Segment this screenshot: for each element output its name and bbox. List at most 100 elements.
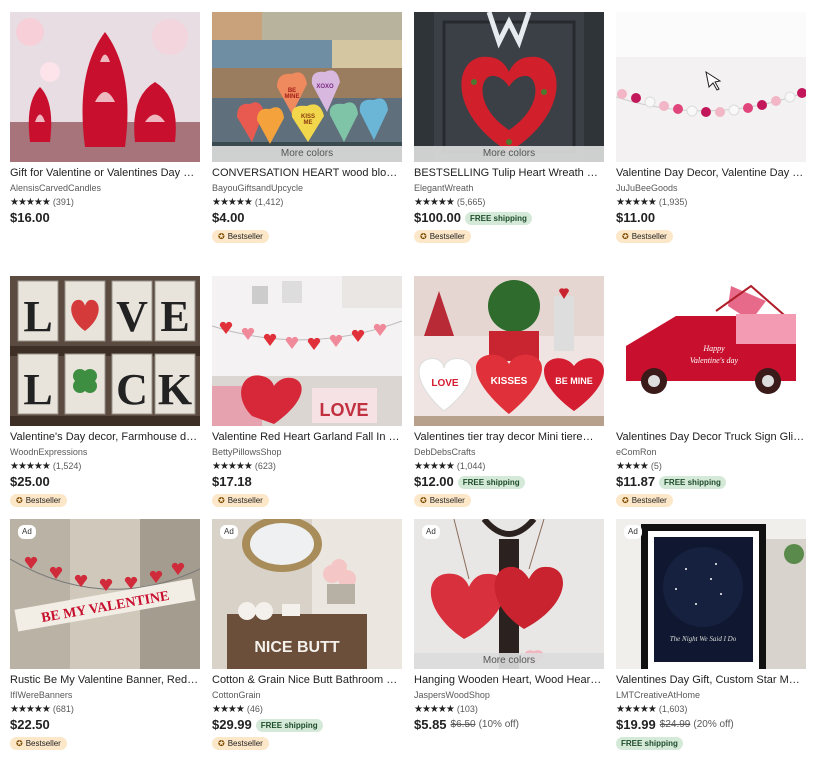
star-rating-icon: ★★★★★: [414, 197, 455, 208]
shop-name: AlensisCarvedCandles: [10, 183, 102, 193]
listing-grid: Gift for Valentine or Valentines Day … A…: [0, 0, 814, 760]
listing-card[interactable]: The Night We Said I Do Ad Valentines Day…: [616, 519, 806, 751]
listing-image[interactable]: NICE BUTT Ad: [212, 519, 402, 669]
star-rating-icon: ★★★★★: [616, 704, 657, 715]
bestseller-badge: ✪ Bestseller: [616, 494, 673, 507]
bestseller-badge: ✪ Bestseller: [414, 494, 471, 507]
listing-title[interactable]: Gift for Valentine or Valentines Day …: [10, 167, 200, 180]
listing-title[interactable]: Cotton & Grain Nice Butt Bathroom …: [212, 674, 402, 687]
rating: ★★★★ (46): [212, 704, 402, 715]
svg-text:LOVE: LOVE: [319, 400, 368, 420]
listing-image[interactable]: [616, 12, 806, 162]
star-rating-icon: ★★★★: [212, 704, 245, 715]
review-count: (1,524): [52, 461, 82, 471]
listing-title[interactable]: Valentines tier tray decor Mini tiere…: [414, 431, 604, 444]
price: $12.00: [414, 474, 454, 489]
listing-card[interactable]: Happy Valentine's day Valentines Day Dec…: [616, 276, 806, 508]
free-shipping-badge: FREE shipping: [255, 718, 323, 732]
listing-image[interactable]: Happy Valentine's day: [616, 276, 806, 426]
medal-icon: ✪: [622, 496, 629, 505]
listing-title[interactable]: Valentines Day Gift, Custom Star M…: [616, 674, 806, 687]
listing-title[interactable]: Rustic Be My Valentine Banner, Red …: [10, 674, 200, 687]
listing-card[interactable]: BE MINE XOXO KISS ME More colors CONVERSAT…: [212, 12, 402, 244]
listing-image[interactable]: Ad More colors: [414, 519, 604, 669]
star-rating-icon: ★★★★★: [10, 461, 51, 472]
price: $29.99: [212, 717, 252, 732]
love-letter: L: [23, 292, 52, 341]
price: $11.87: [616, 474, 656, 489]
listing-image[interactable]: More colors: [414, 12, 604, 162]
luck-letter: L: [23, 365, 52, 414]
listing-title[interactable]: Valentine Day Decor, Valentine Day …: [616, 167, 806, 180]
price: $22.50: [10, 717, 50, 732]
rating: ★★★★★ (5,665): [414, 197, 604, 208]
listing-image[interactable]: BE MY VALENTINE Ad: [10, 519, 200, 669]
review-count: (1,044): [456, 461, 486, 471]
listing-title[interactable]: BESTSELLING Tulip Heart Wreath Va…: [414, 167, 604, 180]
original-price: $6.50: [450, 719, 476, 730]
bestseller-badge: ✪ Bestseller: [414, 230, 471, 243]
price: $17.18: [212, 474, 252, 489]
shop-name: CottonGrain: [212, 690, 261, 700]
free-shipping-badge: FREE shipping: [616, 737, 683, 750]
review-count: (46): [246, 704, 263, 714]
listing-image[interactable]: LOVE: [212, 276, 402, 426]
rating: ★★★★★ (1,603): [616, 704, 806, 715]
listing-image[interactable]: [10, 12, 200, 162]
listing-title[interactable]: Hanging Wooden Heart, Wood Hear…: [414, 674, 604, 687]
listing-card[interactable]: NICE BUTT Ad Cotton & Grain Nice Butt Ba…: [212, 519, 402, 751]
listing-image[interactable]: BE MINE XOXO KISS ME More colors: [212, 12, 402, 162]
listing-card[interactable]: More colors BESTSELLING Tulip Heart Wrea…: [414, 12, 604, 244]
shop-name: eComRon: [616, 447, 657, 457]
listing-image[interactable]: The Night We Said I Do Ad: [616, 519, 806, 669]
medal-icon: ✪: [218, 739, 225, 748]
listing-title[interactable]: CONVERSATION HEART wood block…: [212, 167, 402, 180]
price: $4.00: [212, 210, 245, 225]
listing-card[interactable]: BE MY VALENTINE Ad Rustic Be My Valentin…: [10, 519, 200, 751]
shop-name: DebDebsCrafts: [414, 447, 476, 457]
star-rating-icon: ★★★★★: [10, 197, 51, 208]
more-colors-label: More colors: [414, 653, 604, 669]
shop-name: LMTCreativeAtHome: [616, 690, 701, 700]
shop-name: BayouGiftsandUpcycle: [212, 183, 304, 193]
listing-card[interactable]: L V E L C K Valentine's Day decor, Farmh…: [10, 276, 200, 508]
review-count: (391): [52, 197, 74, 207]
rating: ★★★★★ (103): [414, 704, 604, 715]
ad-label: Ad: [624, 525, 642, 539]
listing-card[interactable]: LOVE KISSES BE MINE Valentines tier tray…: [414, 276, 604, 508]
luck-letter: K: [158, 365, 192, 414]
medal-icon: ✪: [622, 232, 629, 241]
more-colors-label: More colors: [414, 146, 604, 162]
rating: ★★★★★ (1,412): [212, 197, 402, 208]
listing-title[interactable]: Valentine Red Heart Garland Fall In …: [212, 431, 402, 444]
listing-card[interactable]: Gift for Valentine or Valentines Day … A…: [10, 12, 200, 226]
svg-text:MINE: MINE: [285, 94, 300, 100]
love-letter: E: [160, 292, 189, 341]
original-price: $24.99: [659, 719, 691, 730]
rating: ★★★★★ (1,524): [10, 461, 200, 472]
listing-image[interactable]: LOVE KISSES BE MINE: [414, 276, 604, 426]
review-count: (1,935): [658, 197, 688, 207]
discount: (20% off): [693, 719, 734, 730]
listing-title[interactable]: Valentine's Day decor, Farmhouse d…: [10, 431, 200, 444]
star-rating-icon: ★★★★★: [10, 704, 51, 715]
listing-title[interactable]: Valentines Day Decor Truck Sign Gli…: [616, 431, 806, 444]
star-rating-icon: ★★★★: [616, 461, 649, 472]
listing-card[interactable]: Ad More colors Hanging Wooden Heart, Woo…: [414, 519, 604, 733]
listing-card[interactable]: Valentine Day Decor, Valentine Day … JuJ…: [616, 12, 806, 244]
listing-card[interactable]: LOVE Valentine Red Heart Garland Fall In…: [212, 276, 402, 508]
price: $16.00: [10, 210, 50, 225]
rating: ★★★★ (5): [616, 461, 806, 472]
shop-name: JuJuBeeGoods: [616, 183, 678, 193]
star-rating-icon: ★★★★★: [616, 197, 657, 208]
medal-icon: ✪: [16, 739, 23, 748]
ad-label: Ad: [220, 525, 238, 539]
shop-name: JaspersWoodShop: [414, 690, 490, 700]
price: $100.00: [414, 210, 461, 225]
medal-icon: ✪: [420, 232, 427, 241]
price: $19.99: [616, 717, 656, 732]
shop-name: IfIWereBanners: [10, 690, 73, 700]
listing-image[interactable]: L V E L C K: [10, 276, 200, 426]
medal-icon: ✪: [218, 232, 225, 241]
review-count: (1,412): [254, 197, 284, 207]
